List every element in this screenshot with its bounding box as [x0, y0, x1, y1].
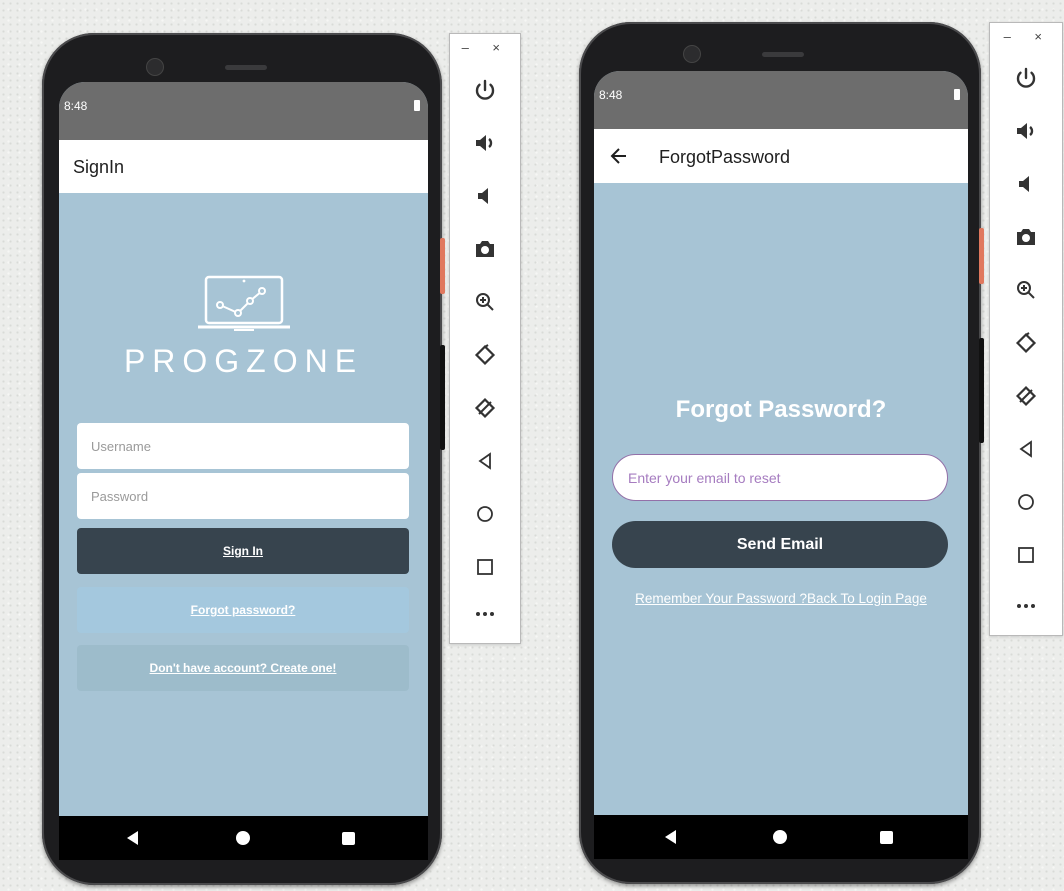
status-time: 8:48	[599, 88, 623, 102]
back-icon[interactable]	[450, 441, 520, 481]
nav-home-icon[interactable]	[236, 831, 250, 845]
status-bar: 8:48	[59, 82, 428, 140]
app-bar: ForgotPassword	[594, 129, 968, 183]
battery-icon	[414, 100, 420, 111]
window-controls[interactable]: – ×	[1004, 29, 1052, 44]
navigation-bar	[59, 816, 428, 860]
power-icon[interactable]	[990, 58, 1062, 98]
nav-back-icon[interactable]	[665, 830, 676, 844]
send-email-button[interactable]: Send Email	[612, 521, 948, 568]
front-camera-icon	[146, 58, 164, 76]
nav-back-icon[interactable]	[127, 831, 138, 845]
volume-down-icon[interactable]	[990, 164, 1062, 204]
left-phone-screen: 8:48 SignIn PROGZONE Username Password S…	[59, 82, 428, 816]
zoom-icon[interactable]	[990, 270, 1062, 310]
navigation-bar	[594, 815, 968, 859]
more-icon[interactable]	[990, 586, 1062, 626]
status-time: 8:48	[64, 99, 88, 113]
nav-recents-icon[interactable]	[342, 832, 355, 845]
earpiece-speaker	[225, 65, 267, 70]
right-phone-power-button[interactable]	[979, 228, 984, 284]
forgot-password-button[interactable]: Forgot password?	[77, 587, 409, 633]
more-icon[interactable]	[450, 594, 520, 634]
nav-home-icon[interactable]	[773, 830, 787, 844]
window-controls[interactable]: – ×	[462, 40, 510, 55]
back-icon[interactable]	[990, 429, 1062, 469]
earpiece-speaker	[762, 52, 804, 57]
camera-icon[interactable]	[450, 229, 520, 269]
rotate-left-icon[interactable]	[450, 335, 520, 375]
overview-icon[interactable]	[450, 547, 520, 587]
status-bar: 8:48	[594, 71, 968, 129]
username-field[interactable]: Username	[77, 423, 409, 469]
app-bar: SignIn	[59, 140, 428, 193]
battery-icon	[954, 89, 960, 100]
left-phone-volume-button[interactable]	[440, 345, 445, 450]
emulator-toolbar-left: – ×	[449, 33, 521, 644]
home-icon[interactable]	[450, 494, 520, 534]
volume-up-icon[interactable]	[450, 123, 520, 163]
power-icon[interactable]	[450, 70, 520, 110]
zoom-icon[interactable]	[450, 282, 520, 322]
logo-wordmark: PROGZONE	[123, 343, 364, 379]
overview-icon[interactable]	[990, 535, 1062, 575]
page-title: SignIn	[73, 157, 125, 177]
laptop-logo-icon	[198, 275, 290, 331]
emulator-toolbar-right: – ×	[989, 22, 1063, 636]
back-to-login-link[interactable]: Remember Your Password ?Back To Login Pa…	[594, 591, 968, 606]
create-account-button[interactable]: Don't have account? Create one!	[77, 645, 409, 691]
email-input[interactable]: Enter your email to reset	[612, 454, 948, 501]
nav-recents-icon[interactable]	[880, 831, 893, 844]
back-arrow-icon[interactable]	[609, 146, 629, 166]
password-field[interactable]: Password	[77, 473, 409, 519]
right-phone-screen: 8:48 ForgotPassword Forgot Password? Ent…	[594, 71, 968, 815]
forgot-password-heading: Forgot Password?	[675, 396, 887, 423]
home-icon[interactable]	[990, 482, 1062, 522]
camera-icon[interactable]	[990, 217, 1062, 257]
page-title: ForgotPassword	[659, 147, 791, 167]
right-phone-volume-button[interactable]	[979, 338, 984, 443]
rotate-right-icon[interactable]	[450, 388, 520, 428]
volume-down-icon[interactable]	[450, 176, 520, 216]
sign-in-button[interactable]: Sign In	[77, 528, 409, 574]
front-camera-icon	[683, 45, 701, 63]
volume-up-icon[interactable]	[990, 111, 1062, 151]
rotate-left-icon[interactable]	[990, 323, 1062, 363]
rotate-right-icon[interactable]	[990, 376, 1062, 416]
left-phone-power-button[interactable]	[440, 238, 445, 294]
